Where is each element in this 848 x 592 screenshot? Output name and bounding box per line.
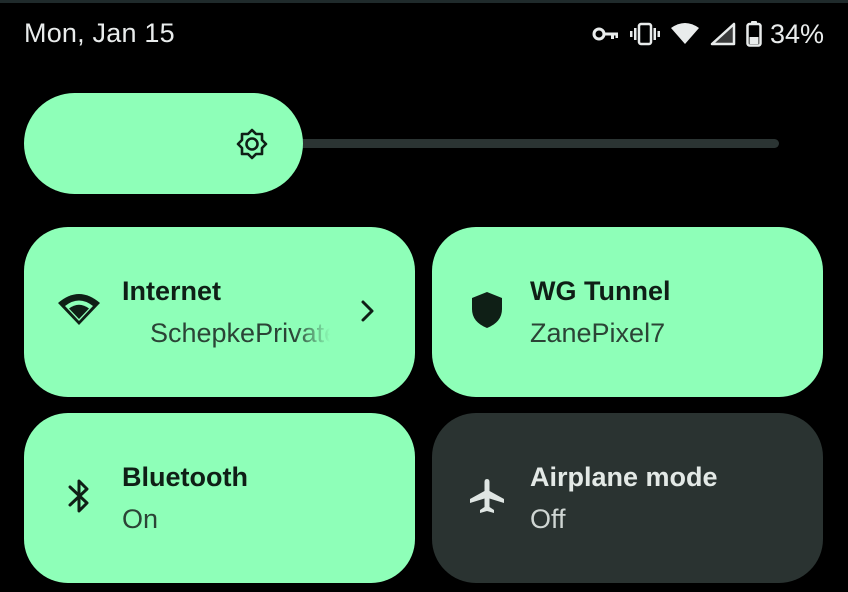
vpn-key-icon <box>592 24 620 44</box>
tile-subtitle: ZanePixel7 <box>530 318 666 348</box>
tile-subtitle: Off <box>530 504 566 534</box>
wifi-icon <box>54 285 104 335</box>
tile-subtitle: SchepkePrivate <box>150 318 330 348</box>
shield-icon <box>462 285 512 335</box>
chevron-right-icon[interactable] <box>357 298 379 324</box>
tile-title: Internet <box>122 276 222 306</box>
bluetooth-icon <box>54 471 104 521</box>
brightness-icon <box>235 127 269 161</box>
tile-airplane-mode[interactable]: Airplane mode Off <box>432 413 823 583</box>
vibrate-icon <box>629 22 660 46</box>
cell-signal-icon <box>710 22 736 46</box>
tile-title: WG Tunnel <box>530 276 671 306</box>
airplane-icon <box>462 471 512 521</box>
tile-subtitle: On <box>122 504 159 534</box>
battery-percent: 34% <box>769 18 824 49</box>
tile-title: Bluetooth <box>122 462 248 492</box>
tile-wg-tunnel[interactable]: WG Tunnel ZanePixel7 <box>432 227 823 397</box>
tile-bluetooth[interactable]: Bluetooth On <box>24 413 415 583</box>
status-bar: Mon, Jan 15 34% <box>0 0 848 72</box>
wifi-icon <box>670 22 700 46</box>
status-icons: 34% <box>592 16 824 52</box>
tile-title: Airplane mode <box>530 462 718 492</box>
brightness-track[interactable] <box>264 139 779 148</box>
status-date: Mon, Jan 15 <box>24 18 175 48</box>
tile-internet[interactable]: Internet SchepkePrivate <box>24 227 415 397</box>
battery-icon <box>746 21 762 47</box>
brightness-slider[interactable] <box>24 93 800 194</box>
